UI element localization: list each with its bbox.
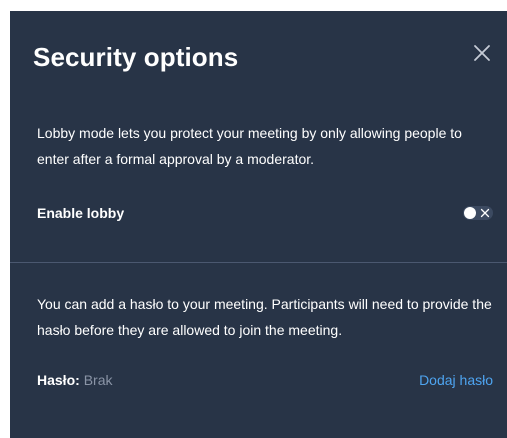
enable-lobby-toggle[interactable] [463, 206, 493, 220]
enable-lobby-label: Enable lobby [37, 205, 125, 221]
password-value: Brak [83, 372, 113, 388]
password-row: Hasło: Brak Dodaj hasło [37, 368, 493, 392]
close-button[interactable] [471, 42, 493, 64]
lobby-row: Enable lobby [37, 201, 493, 225]
toggle-knob [464, 207, 476, 219]
password-description: You can add a hasło to your meeting. Par… [37, 296, 492, 338]
close-icon [474, 45, 490, 61]
password-status: Hasło: Brak [37, 370, 112, 390]
dialog-header: Security options [10, 11, 507, 91]
dialog-title: Security options [33, 42, 239, 72]
lobby-description: Lobby mode lets you protect your meeting… [37, 125, 462, 167]
add-password-link[interactable]: Dodaj hasło [419, 370, 493, 390]
security-options-dialog: Security options Lobby mode lets you pro… [10, 11, 507, 438]
toggle-off-icon [480, 208, 490, 218]
password-label: Hasło: [37, 372, 84, 388]
section-divider [10, 262, 507, 263]
